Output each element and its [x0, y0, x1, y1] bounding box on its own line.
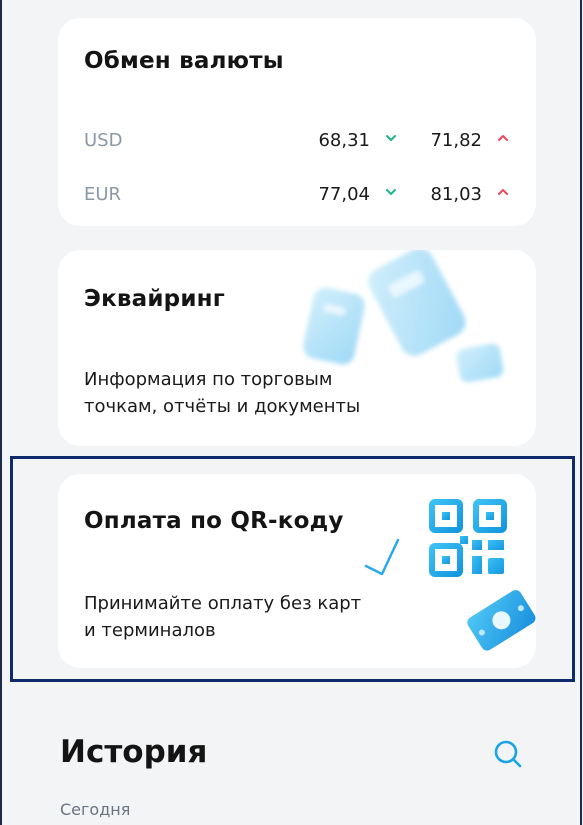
search-icon[interactable]	[490, 736, 526, 772]
window-edge-right	[580, 0, 582, 825]
currency-row-eur: EUR 77,04 81,03	[84, 184, 510, 214]
highlight-frame	[10, 456, 575, 682]
sell-rate: 81,03	[430, 184, 482, 205]
acquiring-description-line: точкам, отчёты и документы	[84, 396, 361, 417]
currency-code: USD	[84, 130, 123, 151]
arrow-up-icon	[498, 135, 508, 141]
acquiring-description: Информация по торговым точкам, отчёты и …	[84, 366, 424, 420]
arrow-down-icon	[386, 135, 396, 141]
currency-row-usd: USD 68,31 71,82	[84, 130, 510, 160]
acquiring-card[interactable]: Эквайринг Информация по торговым точкам,…	[58, 250, 536, 446]
currency-exchange-title: Обмен валюты	[84, 48, 284, 74]
currency-code: EUR	[84, 184, 122, 205]
arrow-down-icon	[386, 189, 396, 195]
sell-rate: 71,82	[430, 130, 482, 151]
window-edge-left	[0, 0, 2, 825]
acquiring-description-line: Информация по торговым	[84, 369, 333, 390]
arrow-up-icon	[498, 189, 508, 195]
acquiring-title: Эквайринг	[84, 286, 225, 312]
buy-rate: 77,04	[318, 184, 370, 205]
history-title: История	[60, 734, 208, 770]
date-group-label: Сегодня	[60, 800, 131, 819]
buy-rate: 68,31	[318, 130, 370, 151]
currency-exchange-card[interactable]: Обмен валюты USD 68,31 71,82 EUR 77,04 8…	[58, 18, 536, 226]
